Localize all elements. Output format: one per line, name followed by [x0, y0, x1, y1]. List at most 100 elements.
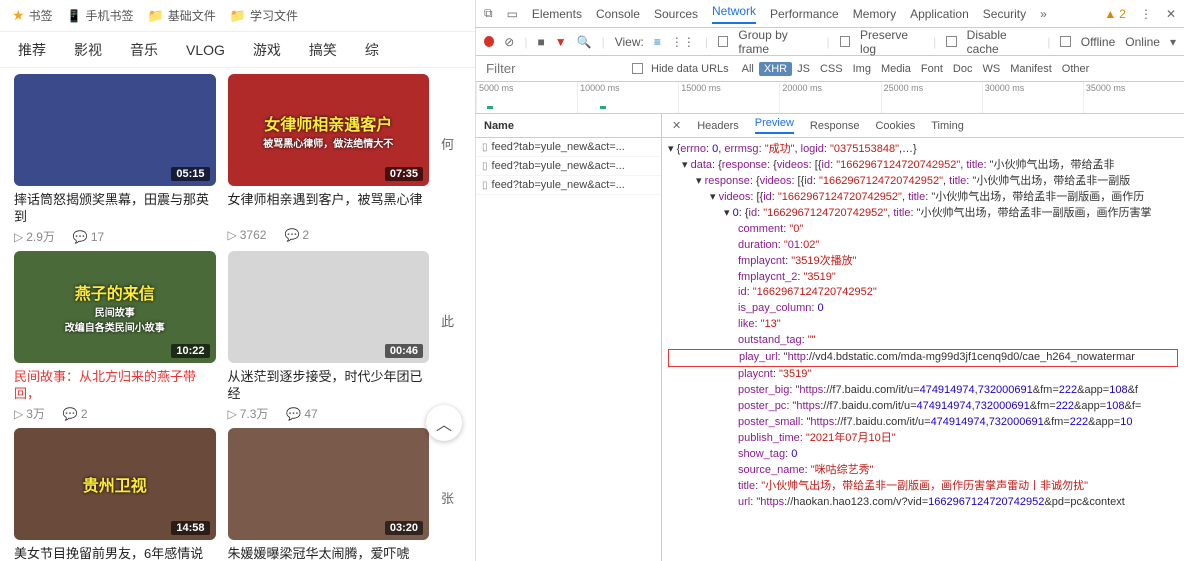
bookmark-label: 书签 [29, 7, 53, 24]
video-card[interactable]: 05:15 摔话筒怒揭颁奖黑幕，田震与那英到 ▷2.9万💬17 [14, 74, 216, 245]
chevron-right-icon[interactable]: » [1040, 7, 1047, 21]
json-line[interactable]: publish_time: "2021年07月10日" [668, 431, 1178, 447]
video-card[interactable]: 燕子的来信民间故事 改编自各类民间小故事 10:22 民间故事：从北方归来的燕子… [14, 251, 216, 422]
json-line[interactable]: comment: "0" [668, 222, 1178, 238]
type-filter-font[interactable]: Font [916, 62, 948, 76]
json-line[interactable]: like: "13" [668, 317, 1178, 333]
group-checkbox[interactable] [718, 36, 728, 47]
type-filter-css[interactable]: CSS [815, 62, 848, 76]
devtab-console[interactable]: Console [596, 7, 640, 21]
type-filter-doc[interactable]: Doc [948, 62, 978, 76]
type-filter-media[interactable]: Media [876, 62, 916, 76]
json-line[interactable]: outstand_tag: "" [668, 333, 1178, 349]
request-row[interactable]: ▯feed?tab=yule_new&act=... [476, 138, 661, 157]
devtab-memory[interactable]: Memory [853, 7, 896, 21]
record-button[interactable] [484, 36, 494, 47]
video-thumbnail[interactable]: 燕子的来信民间故事 改编自各类民间小故事 10:22 [14, 251, 216, 363]
json-line[interactable]: poster_big: "https://f7.baidu.com/it/u=4… [668, 383, 1178, 399]
detailtab-headers[interactable]: Headers [697, 120, 739, 132]
tab[interactable]: 影视 [74, 40, 102, 60]
menu-icon[interactable]: ⋮ [1140, 7, 1152, 21]
type-filter-all[interactable]: All [737, 62, 759, 76]
preserve-checkbox[interactable] [840, 36, 850, 47]
devtab-elements[interactable]: Elements [532, 7, 582, 21]
view-list-icon[interactable]: ≡ [654, 35, 661, 49]
inspect-icon[interactable]: ⧉ [484, 6, 493, 21]
video-thumbnail[interactable]: 03:20 [228, 428, 430, 540]
type-filter-ws[interactable]: WS [977, 62, 1005, 76]
json-line[interactable]: ▾ response: {videos: [{id: "166296712472… [668, 174, 1178, 190]
bookmark-folder1[interactable]: 📁基础文件 [148, 7, 216, 24]
type-filter-img[interactable]: Img [848, 62, 876, 76]
type-filter-js[interactable]: JS [792, 62, 815, 76]
device-icon[interactable]: ▭ [507, 7, 518, 21]
json-line[interactable]: ▾ 0: {id: "1662967124720742952", title: … [668, 206, 1178, 222]
video-card[interactable]: 00:46 从迷茫到逐步接受，时代少年团已经 ▷7.3万💬47 [228, 251, 430, 422]
name-column-header[interactable]: Name [476, 114, 661, 138]
json-line[interactable]: url: "https://haokan.hao123.com/v?vid=16… [668, 495, 1178, 511]
bookmark-folder2[interactable]: 📁学习文件 [230, 7, 298, 24]
phone-icon: 📱 [67, 9, 82, 23]
tab[interactable]: 推荐 [18, 40, 46, 60]
devtab-network[interactable]: Network [712, 4, 756, 24]
devtab-application[interactable]: Application [910, 7, 969, 21]
video-card[interactable]: 03:20 朱媛媛曝梁冠华太闹腾，爱吓唬人，郭德纲：你们这行真快乐丨今夜 ▷1.… [228, 428, 430, 561]
warning-badge[interactable]: ▲ 2 [1104, 7, 1126, 21]
bookmark-star[interactable]: ★书签 [12, 7, 53, 24]
video-thumbnail[interactable]: 贵州卫视 14:58 [14, 428, 216, 540]
json-line[interactable]: ▾ {errno: 0, errmsg: "成功", logid: "03751… [668, 142, 1178, 158]
json-line[interactable]: title: "小伙帅气出场，带给孟非一副版画，画作历害掌声雷动丨非诚勿扰" [668, 479, 1178, 495]
online-select[interactable]: Online [1125, 35, 1160, 49]
disable-cache-checkbox[interactable] [946, 36, 956, 47]
close-icon[interactable]: ✕ [1166, 7, 1176, 21]
bookmark-phone[interactable]: 📱手机书签 [67, 7, 134, 24]
chevron-down-icon[interactable]: ▾ [1170, 35, 1176, 49]
request-row[interactable]: ▯feed?tab=yule_new&act=... [476, 157, 661, 176]
tab[interactable]: 综 [365, 40, 379, 60]
offline-checkbox[interactable] [1060, 36, 1070, 47]
video-thumbnail[interactable]: 05:15 [14, 74, 216, 186]
filter-icon[interactable]: ▼ [555, 35, 567, 49]
devtab-sources[interactable]: Sources [654, 7, 698, 21]
tab[interactable]: VLOG [186, 42, 225, 58]
json-line[interactable]: poster_small: "https://f7.baidu.com/it/u… [668, 415, 1178, 431]
filter-input[interactable] [484, 59, 624, 78]
video-card[interactable]: 女律师相亲遇客户被骂黑心律师，做法绝情大不 07:35 女律师相亲遇到客户，被骂… [228, 74, 430, 245]
json-line[interactable]: show_tag: 0 [668, 447, 1178, 463]
json-line[interactable]: id: "1662967124720742952" [668, 285, 1178, 301]
detailtab-cookies[interactable]: Cookies [875, 120, 915, 132]
view-waterfall-icon[interactable]: ⋮⋮ [671, 35, 695, 49]
json-line[interactable]: playcnt: "3519" [668, 367, 1178, 383]
tab[interactable]: 搞笑 [309, 40, 337, 60]
video-card[interactable]: 贵州卫视 14:58 美女节目挽留前男友，6年感情说散 ▷11万💬240 [14, 428, 216, 561]
play-count: ▷3万 [14, 405, 45, 422]
type-filter-xhr[interactable]: XHR [759, 62, 792, 76]
detailtab-timing[interactable]: Timing [931, 120, 964, 132]
json-line[interactable]: fmplaycnt_2: "3519" [668, 270, 1178, 286]
tab[interactable]: 音乐 [130, 40, 158, 60]
devtab-security[interactable]: Security [983, 7, 1026, 21]
video-thumbnail[interactable]: 00:46 [228, 251, 430, 363]
json-line[interactable]: ▾ data: {response: {videos: [{id: "16629… [668, 158, 1178, 174]
type-filter-manifest[interactable]: Manifest [1005, 62, 1057, 76]
json-line[interactable]: ▾ videos: [{id: "1662967124720742952", t… [668, 190, 1178, 206]
detailtab-response[interactable]: Response [810, 120, 860, 132]
detailtab-preview[interactable]: Preview [755, 117, 794, 134]
json-line[interactable]: duration: "01:02" [668, 238, 1178, 254]
scroll-top-button[interactable]: ︿ [426, 405, 462, 441]
request-row[interactable]: ▯feed?tab=yule_new&act=... [476, 176, 661, 195]
hide-urls-checkbox[interactable] [632, 63, 643, 74]
type-filter-other[interactable]: Other [1057, 62, 1095, 76]
video-thumbnail[interactable]: 女律师相亲遇客户被骂黑心律师，做法绝情大不 07:35 [228, 74, 430, 186]
tab[interactable]: 游戏 [253, 40, 281, 60]
search-icon[interactable]: 🔍 [577, 35, 592, 49]
json-line[interactable]: poster_pc: "https://f7.baidu.com/it/u=47… [668, 399, 1178, 415]
clear-icon[interactable]: ⊘ [504, 35, 514, 49]
json-line[interactable]: play_url: "http://vd4.bdstatic.com/mda-m… [668, 349, 1178, 367]
json-line[interactable]: is_pay_column: 0 [668, 301, 1178, 317]
devtab-performance[interactable]: Performance [770, 7, 839, 21]
close-detail-icon[interactable]: ✕ [672, 119, 681, 132]
json-line[interactable]: fmplaycnt: "3519次播放" [668, 254, 1178, 270]
camera-icon[interactable]: ■ [537, 35, 544, 49]
json-line[interactable]: source_name: "咪咕综艺秀" [668, 463, 1178, 479]
